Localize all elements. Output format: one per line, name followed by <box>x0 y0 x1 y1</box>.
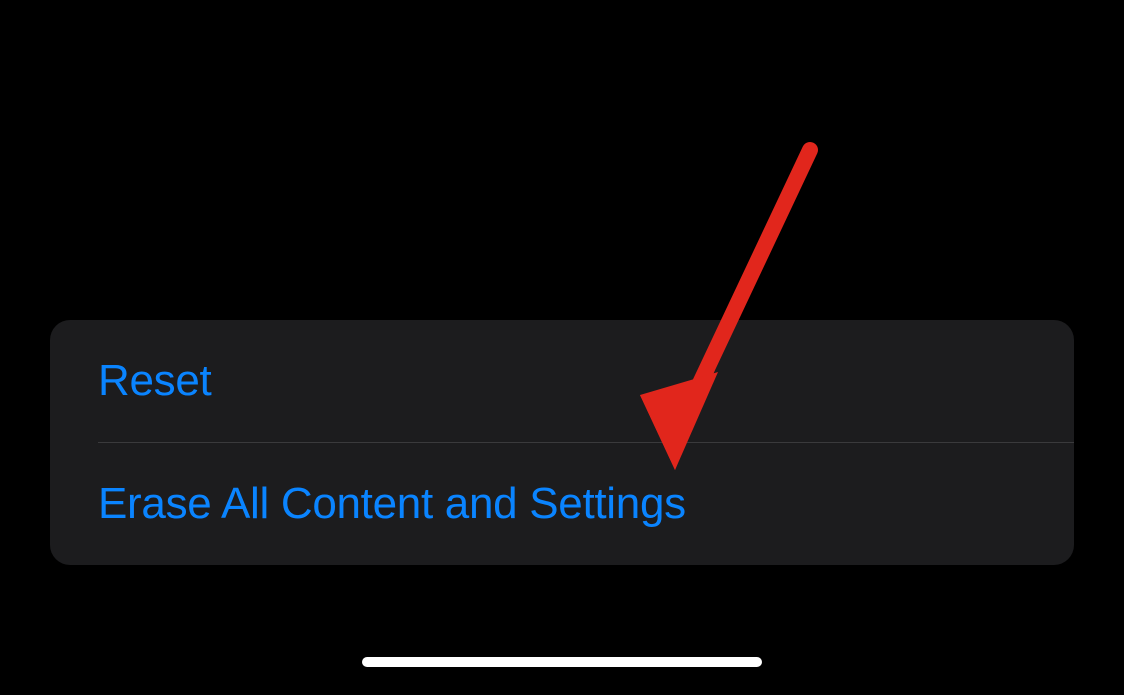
reset-label: Reset <box>98 356 211 405</box>
erase-all-row[interactable]: Erase All Content and Settings <box>50 443 1074 565</box>
erase-all-label: Erase All Content and Settings <box>98 479 686 528</box>
home-indicator[interactable] <box>362 657 762 667</box>
reset-row[interactable]: Reset <box>50 320 1074 442</box>
settings-card: Reset Erase All Content and Settings <box>50 320 1074 565</box>
